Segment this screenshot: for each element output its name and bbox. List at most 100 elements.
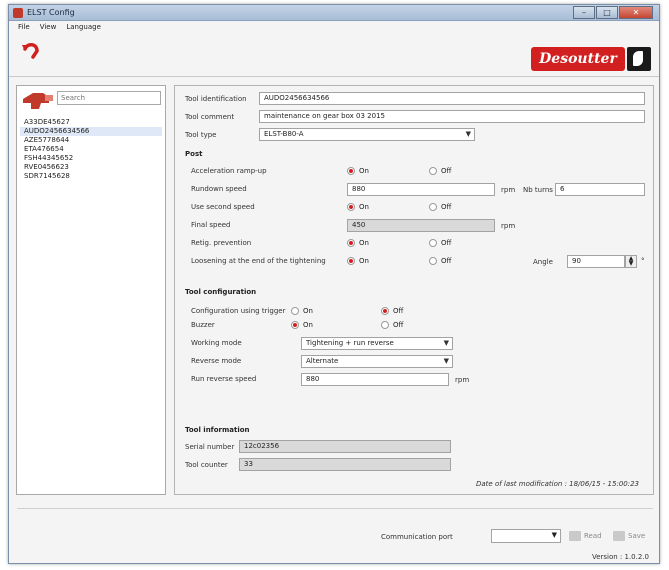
save-button[interactable]: Save xyxy=(613,527,645,545)
tool-counter-field: 33 xyxy=(239,458,451,471)
radio-label: On xyxy=(359,239,369,247)
tool-info-section-title: Tool information xyxy=(185,426,250,434)
radio-off-icon xyxy=(291,307,299,315)
buzzer-off-radio[interactable]: Off xyxy=(381,321,403,329)
minimize-button[interactable]: – xyxy=(573,6,595,19)
tool-identification-label: Tool identification xyxy=(185,95,247,103)
retightening-on-radio[interactable]: On xyxy=(347,239,369,247)
final-speed-label: Final speed xyxy=(191,221,231,229)
angle-label: Angle xyxy=(533,258,553,266)
radio-on-icon xyxy=(347,239,355,247)
search-input[interactable] xyxy=(57,91,161,105)
config-trigger-off-radio[interactable]: Off xyxy=(381,307,403,315)
tool-list: A33DE45627 AUDO2456634566 AZE5778644 ETA… xyxy=(20,118,162,181)
rundown-speed-label: Rundown speed xyxy=(191,185,247,193)
brand-mark-icon xyxy=(627,47,651,71)
last-modification-text: Date of last modification : 18/06/15 - 1… xyxy=(476,480,639,488)
app-icon xyxy=(13,8,23,18)
chevron-down-icon: ▼ xyxy=(443,339,449,347)
serial-number-label: Serial number xyxy=(185,443,235,451)
config-trigger-label: Configuration using trigger xyxy=(191,307,286,315)
radio-label: On xyxy=(303,307,313,315)
menu-file[interactable]: File xyxy=(13,22,35,34)
version-text: Version : 1.0.2.0 xyxy=(591,553,649,561)
run-reverse-speed-label: Run reverse speed xyxy=(191,375,257,383)
loosening-label: Loosening at the end of the tightening xyxy=(191,257,326,265)
tool-list-item[interactable]: RVE0456623 xyxy=(20,163,162,172)
tool-list-item[interactable]: SDR7145628 xyxy=(20,172,162,181)
tool-settings-panel: Tool identification AUDO2456634566 Tool … xyxy=(174,85,654,495)
post-section-title: Post xyxy=(185,150,203,158)
save-button-label: Save xyxy=(628,532,646,540)
reverse-mode-value: Alternate xyxy=(306,357,339,365)
tool-list-item[interactable]: ETA476654 xyxy=(20,145,162,154)
radio-off-icon xyxy=(429,167,437,175)
angle-field[interactable]: 90 xyxy=(567,255,625,268)
tool-comment-field[interactable]: maintenance on gear box 03 2015 xyxy=(259,110,645,123)
loosening-off-radio[interactable]: Off xyxy=(429,257,451,265)
second-speed-off-radio[interactable]: Off xyxy=(429,203,451,211)
comm-port-label: Communication port xyxy=(381,533,453,541)
close-button[interactable]: ✕ xyxy=(619,6,653,19)
radio-label: Off xyxy=(393,307,404,315)
radio-label: Off xyxy=(441,239,452,247)
tool-list-item[interactable]: FSH44345652 xyxy=(20,154,162,163)
comm-port-select[interactable]: ▼ xyxy=(491,529,561,543)
final-speed-unit: rpm xyxy=(501,222,516,230)
radio-on-icon xyxy=(347,257,355,265)
working-mode-value: Tightening + run reverse xyxy=(306,339,394,347)
reverse-mode-label: Reverse mode xyxy=(191,357,242,365)
acceleration-on-radio[interactable]: On xyxy=(347,167,369,175)
radio-off-icon xyxy=(429,203,437,211)
read-button-label: Read xyxy=(584,532,602,540)
radio-off-icon xyxy=(429,257,437,265)
loosening-on-radio[interactable]: On xyxy=(347,257,369,265)
tool-type-select[interactable]: ELST-B80-A ▼ xyxy=(259,128,475,141)
tool-icon xyxy=(23,93,53,109)
radio-label: Off xyxy=(441,167,452,175)
tool-counter-label: Tool counter xyxy=(185,461,228,469)
tool-list-panel: A33DE45627 AUDO2456634566 AZE5778644 ETA… xyxy=(16,85,166,495)
tool-comment-label: Tool comment xyxy=(185,113,235,121)
buzzer-on-radio[interactable]: On xyxy=(291,321,313,329)
acceleration-label: Acceleration ramp-up xyxy=(191,167,267,175)
maximize-button[interactable]: □ xyxy=(596,6,618,19)
radio-label: On xyxy=(359,257,369,265)
run-reverse-speed-unit: rpm xyxy=(455,376,470,384)
angle-unit: ° xyxy=(641,257,645,265)
config-trigger-on-radio[interactable]: On xyxy=(291,307,313,315)
menu-view[interactable]: View xyxy=(35,22,62,34)
radio-label: On xyxy=(359,167,369,175)
final-speed-field[interactable]: 450 xyxy=(347,219,495,232)
undo-icon[interactable] xyxy=(21,41,41,59)
radio-off-icon xyxy=(429,239,437,247)
menu-language[interactable]: Language xyxy=(61,22,106,34)
radio-label: Off xyxy=(441,257,452,265)
tool-type-value: ELST-B80-A xyxy=(264,130,304,138)
chevron-down-icon: ▼ xyxy=(465,130,471,138)
retightening-label: Retig. prevention xyxy=(191,239,252,247)
title-bar[interactable]: ELST Config – □ ✕ xyxy=(9,5,659,21)
save-icon xyxy=(613,531,625,541)
tool-list-item[interactable]: AZE5778644 xyxy=(20,136,162,145)
tool-list-item[interactable]: A33DE45627 xyxy=(20,118,162,127)
radio-label: On xyxy=(359,203,369,211)
retightening-off-radio[interactable]: Off xyxy=(429,239,451,247)
chevron-down-icon: ▼ xyxy=(443,357,449,365)
radio-on-icon xyxy=(381,307,389,315)
nb-turns-field[interactable]: 6 xyxy=(555,183,645,196)
angle-spinner[interactable]: ▲ ▼ xyxy=(625,255,637,268)
rundown-speed-field[interactable]: 880 xyxy=(347,183,495,196)
tool-list-item-selected[interactable]: AUDO2456634566 xyxy=(20,127,162,136)
second-speed-on-radio[interactable]: On xyxy=(347,203,369,211)
tool-identification-field[interactable]: AUDO2456634566 xyxy=(259,92,645,105)
buzzer-label: Buzzer xyxy=(191,321,215,329)
working-mode-select[interactable]: Tightening + run reverse ▼ xyxy=(301,337,453,350)
run-reverse-speed-field[interactable]: 880 xyxy=(301,373,449,386)
brand-wordmark: Desoutter xyxy=(531,47,625,71)
read-button[interactable]: Read xyxy=(569,527,602,545)
radio-label: Off xyxy=(441,203,452,211)
reverse-mode-select[interactable]: Alternate ▼ xyxy=(301,355,453,368)
acceleration-off-radio[interactable]: Off xyxy=(429,167,451,175)
app-window: ELST Config – □ ✕ File View Language Des… xyxy=(8,4,660,564)
